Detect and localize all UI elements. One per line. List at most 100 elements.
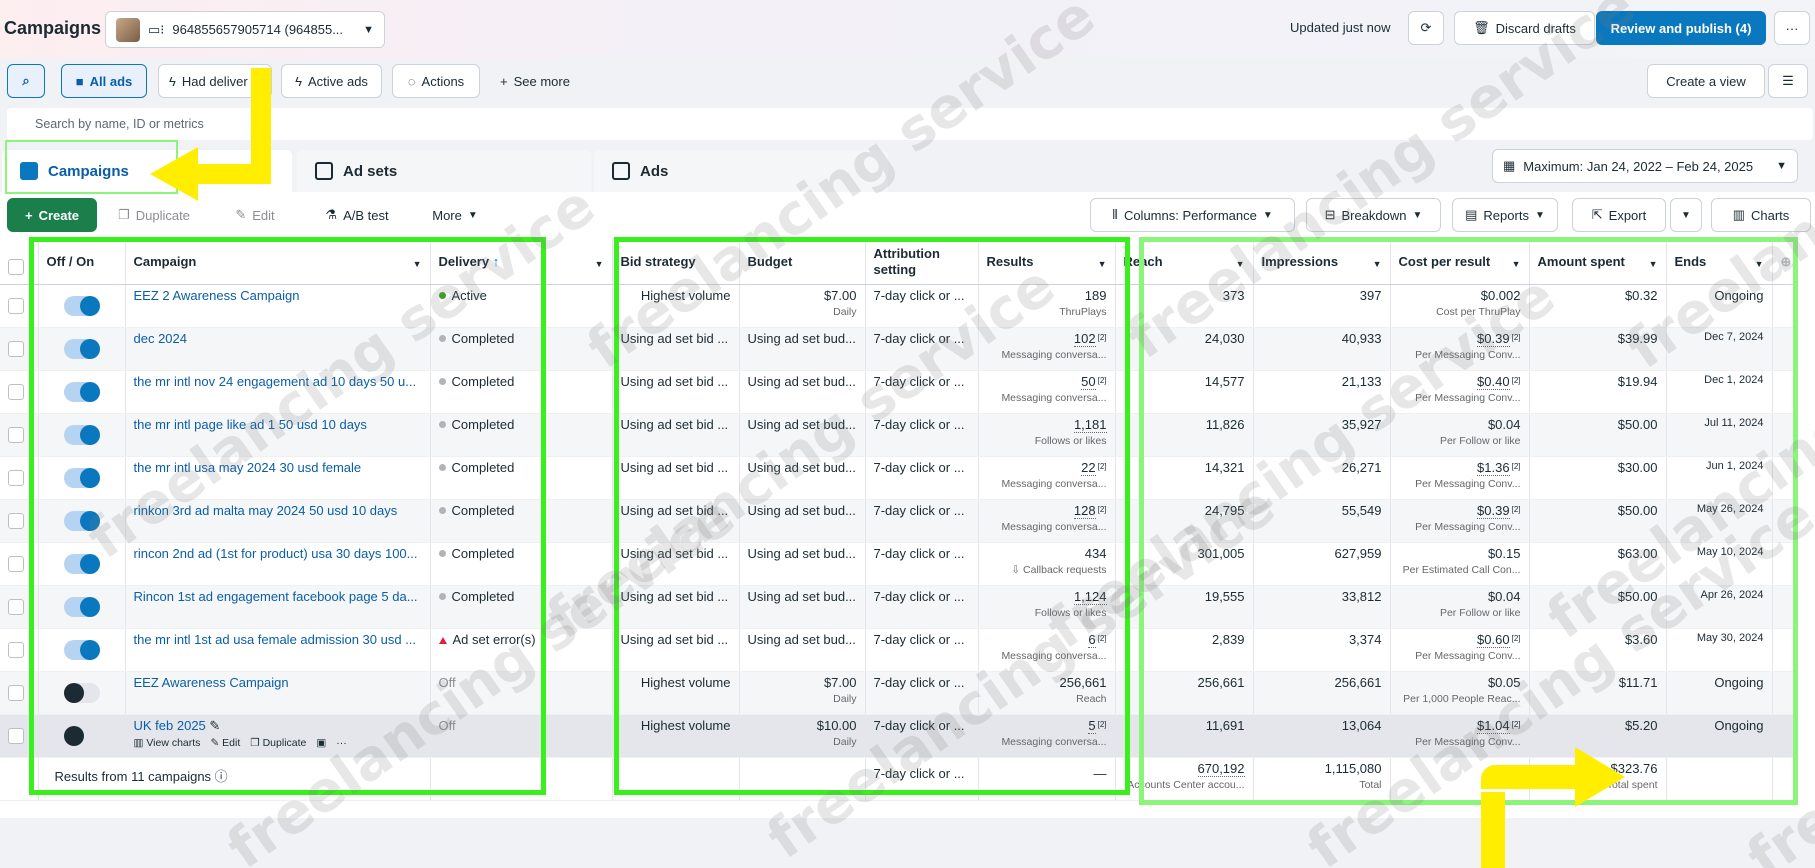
row-checkbox[interactable] [8,340,24,357]
charts-button[interactable]: ▥ Charts [1711,198,1811,232]
budget-cell[interactable]: $7.00 Daily [739,284,866,328]
ab-test-button[interactable]: ⚗ A/B test [312,198,402,232]
campaign-name-link[interactable]: the mr intl page like ad 1 50 usd 10 day… [134,417,367,432]
row-checkbox[interactable] [8,383,24,400]
breakdown-button[interactable]: ⊟ Breakdown ▼ [1306,198,1441,232]
actions-filter[interactable]: ◌ Actions [392,64,480,98]
campaign-toggle[interactable] [63,639,100,660]
budget-cell[interactable]: Using ad set bud... [739,628,866,672]
header-bid-strategy[interactable]: Bid strategy [612,240,740,285]
duplicate-button[interactable]: ❐ Duplicate [104,198,204,232]
export-button[interactable]: ⇱ Export [1572,198,1666,232]
row-checkbox[interactable] [8,426,24,443]
row-checkbox[interactable] [8,469,24,486]
search-toggle-button[interactable]: ⌕ [7,64,45,98]
row-checkbox[interactable] [8,297,24,314]
table-row[interactable]: dec 2024 Completed Using ad set bid ... Usi… [0,327,1796,371]
see-more-button[interactable]: + See more [490,64,580,98]
table-row[interactable]: Rincon 1st ad engagement facebook page 5… [0,585,1796,629]
campaign-toggle[interactable] [63,424,100,445]
table-row[interactable]: EEZ Awareness Campaign Off Highest volume $… [0,671,1796,715]
create-button[interactable]: + Create [7,198,97,232]
preview-icon[interactable]: ▣ [316,737,326,749]
row-checkbox[interactable] [8,512,24,529]
reports-button[interactable]: ▤ Reports ▼ [1452,198,1558,232]
budget-cell[interactable]: Using ad set bud... [739,456,866,500]
create-view-button[interactable]: Create a view [1647,64,1765,98]
active-ads-filter[interactable]: ϟ Active ads [281,64,382,98]
add-column-header[interactable]: ⊕ [1772,240,1796,285]
more-button[interactable]: More ▼ [423,198,487,232]
row-checkbox[interactable] [8,598,24,615]
table-row[interactable]: EEZ 2 Awareness Campaign Active Highest vo… [0,284,1796,328]
header-results[interactable]: Results ▼ [978,240,1116,285]
export-dropdown-button[interactable]: ▼ [1670,198,1702,232]
campaign-toggle[interactable] [63,596,100,617]
columns-button[interactable]: ⦀ Columns: Performance ▼ [1090,198,1295,232]
tab-ads[interactable]: Ads [594,150,888,192]
header-campaign[interactable]: Campaign ▼ [125,240,431,285]
table-row[interactable]: rincon 2nd ad (1st for product) usa 30 d… [0,542,1796,586]
more-icon[interactable]: ··· [336,737,347,749]
budget-cell[interactable]: Using ad set bud... [739,585,866,629]
table-row[interactable]: the mr intl page like ad 1 50 usd 10 day… [0,413,1796,457]
had-delivery-filter[interactable]: ϟ Had deliver [158,64,272,98]
settings-button[interactable]: ☰ [1768,64,1808,98]
budget-cell[interactable]: Using ad set bud... [739,370,866,414]
table-row[interactable]: the mr intl 1st ad usa female admission … [0,628,1796,672]
table-row[interactable]: rinkon 3rd ad malta may 2024 50 usd 10 d… [0,499,1796,543]
header-cost-per-result[interactable]: Cost per result ▼ [1390,240,1530,285]
results-type[interactable]: ⇩ Callback requests [987,564,1106,576]
review-publish-button[interactable]: Review and publish (4) [1596,11,1766,45]
budget-cell[interactable]: Using ad set bud... [739,327,866,371]
header-attribution[interactable]: Attribution setting [865,240,979,285]
table-row[interactable]: the mr intl usa may 2024 30 usd female Co… [0,456,1796,500]
campaign-toggle[interactable] [63,682,100,703]
campaign-toggle[interactable] [63,510,100,531]
info-icon[interactable]: ⓘ [215,769,228,784]
budget-cell[interactable]: Using ad set bud... [739,499,866,543]
header-delivery[interactable]: Delivery ↑ ▼ [430,240,613,285]
discard-drafts-button[interactable]: 🗑 Discard drafts [1454,11,1595,45]
search-input[interactable]: Search by name, ID or metrics [7,108,1813,140]
row-checkbox[interactable] [8,555,24,572]
campaign-toggle[interactable] [63,725,100,746]
table-row[interactable]: UK feb 2025 ✎ ▥ View charts ✎ Edit ❐ Duplic… [0,714,1796,758]
tab-campaigns[interactable]: Campaigns [2,150,292,192]
pencil-icon[interactable]: ✎ [209,718,220,733]
campaign-name-link[interactable]: EEZ Awareness Campaign [134,675,289,690]
campaign-name-link[interactable]: the mr intl 1st ad usa female admission … [134,632,417,647]
campaign-toggle[interactable] [63,467,100,488]
refresh-button[interactable]: ⟳ [1408,11,1444,45]
all-ads-filter[interactable]: ■ All ads [61,64,147,98]
more-options-button[interactable]: ··· [1774,11,1810,45]
campaign-toggle[interactable] [63,338,100,359]
campaign-name-link[interactable]: rinkon 3rd ad malta may 2024 50 usd 10 d… [134,503,398,518]
campaign-name-link[interactable]: dec 2024 [134,331,188,346]
campaign-toggle[interactable] [63,553,100,574]
row-checkbox[interactable] [8,641,24,658]
budget-cell[interactable]: Using ad set bud... [739,542,866,586]
campaign-name-link[interactable]: rincon 2nd ad (1st for product) usa 30 d… [134,546,418,561]
campaign-name-link[interactable]: Rincon 1st ad engagement facebook page 5… [134,589,418,604]
header-impressions[interactable]: Impressions ▼ [1253,240,1391,285]
budget-cell[interactable]: $10.00 Daily [739,714,866,758]
budget-cell[interactable]: Using ad set bud... [739,413,866,457]
tab-ad-sets[interactable]: Ad sets [297,150,591,192]
campaign-toggle[interactable] [63,381,100,402]
campaign-name-link[interactable]: UK feb 2025 [134,718,206,733]
campaign-name-link[interactable]: EEZ 2 Awareness Campaign [134,288,300,303]
budget-cell[interactable]: $7.00 Daily [739,671,866,715]
edit-button[interactable]: ✎ Edit [222,198,288,232]
select-all-checkbox[interactable] [8,258,24,275]
campaign-name-link[interactable]: the mr intl nov 24 engagement ad 10 days… [134,374,417,389]
campaign-toggle[interactable] [63,295,100,316]
view-charts-link[interactable]: ▥ View charts [134,737,201,749]
table-row[interactable]: the mr intl nov 24 engagement ad 10 days… [0,370,1796,414]
header-budget[interactable]: Budget [739,240,866,285]
header-amount-spent[interactable]: Amount spent ▼ [1529,240,1667,285]
header-ends[interactable]: Ends ▼ [1666,240,1773,285]
select-all-header[interactable] [0,240,39,285]
row-checkbox[interactable] [8,727,24,744]
row-checkbox[interactable] [8,684,24,701]
